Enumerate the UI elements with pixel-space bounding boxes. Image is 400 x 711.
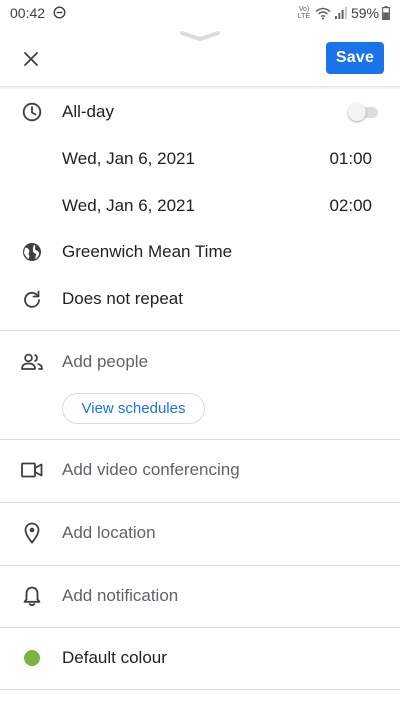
close-button[interactable]	[14, 42, 48, 76]
start-time[interactable]: 01:00	[329, 148, 372, 170]
header-shadow	[0, 86, 400, 90]
add-location[interactable]: Add location	[62, 522, 156, 544]
signal-icon	[334, 7, 347, 19]
clock-icon	[20, 100, 44, 124]
view-schedules-button[interactable]: View schedules	[62, 393, 205, 424]
globe-icon	[20, 240, 44, 264]
event-editor-screen: 00:42 Vo) LTE 59% Save All-day Wed, Jan …	[0, 0, 400, 711]
colour-swatch	[20, 646, 44, 670]
colour-dot	[24, 650, 40, 666]
repeat-icon	[20, 287, 44, 311]
all-day-toggle[interactable]	[348, 102, 380, 122]
do-not-disturb-icon	[53, 6, 66, 19]
bell-icon	[20, 584, 44, 608]
end-date[interactable]: Wed, Jan 6, 2021	[62, 195, 195, 217]
divider	[0, 627, 400, 628]
drag-handle-icon[interactable]	[180, 30, 220, 42]
default-colour[interactable]: Default colour	[62, 647, 167, 669]
all-day-label: All-day	[62, 102, 114, 121]
divider	[0, 330, 400, 331]
divider	[0, 502, 400, 503]
status-time: 00:42	[10, 5, 46, 21]
video-icon	[20, 458, 44, 482]
location-pin-icon	[20, 521, 44, 545]
time-zone[interactable]: Greenwich Mean Time	[62, 241, 232, 263]
close-icon	[24, 52, 38, 66]
people-icon	[20, 350, 44, 374]
save-button[interactable]: Save	[326, 42, 384, 74]
volte-label-bottom: LTE	[297, 13, 311, 20]
battery-icon	[382, 6, 390, 20]
divider	[0, 565, 400, 566]
toggle-thumb	[348, 103, 366, 121]
volte-label-top: Vo)	[298, 6, 310, 13]
status-bar: 00:42 Vo) LTE 59%	[0, 0, 400, 26]
end-time[interactable]: 02:00	[329, 195, 372, 217]
add-video-conferencing[interactable]: Add video conferencing	[62, 459, 240, 481]
repeat-option[interactable]: Does not repeat	[62, 288, 183, 310]
start-date[interactable]: Wed, Jan 6, 2021	[62, 148, 195, 170]
divider	[0, 439, 400, 440]
add-people-field[interactable]: Add people	[62, 351, 148, 373]
add-notification[interactable]: Add notification	[62, 585, 178, 607]
divider	[0, 689, 400, 690]
battery-percent: 59%	[350, 5, 379, 21]
wifi-icon	[315, 7, 331, 20]
status-indicators: Vo) LTE 59%	[297, 4, 390, 22]
volte-indicator: Vo) LTE	[297, 6, 311, 20]
